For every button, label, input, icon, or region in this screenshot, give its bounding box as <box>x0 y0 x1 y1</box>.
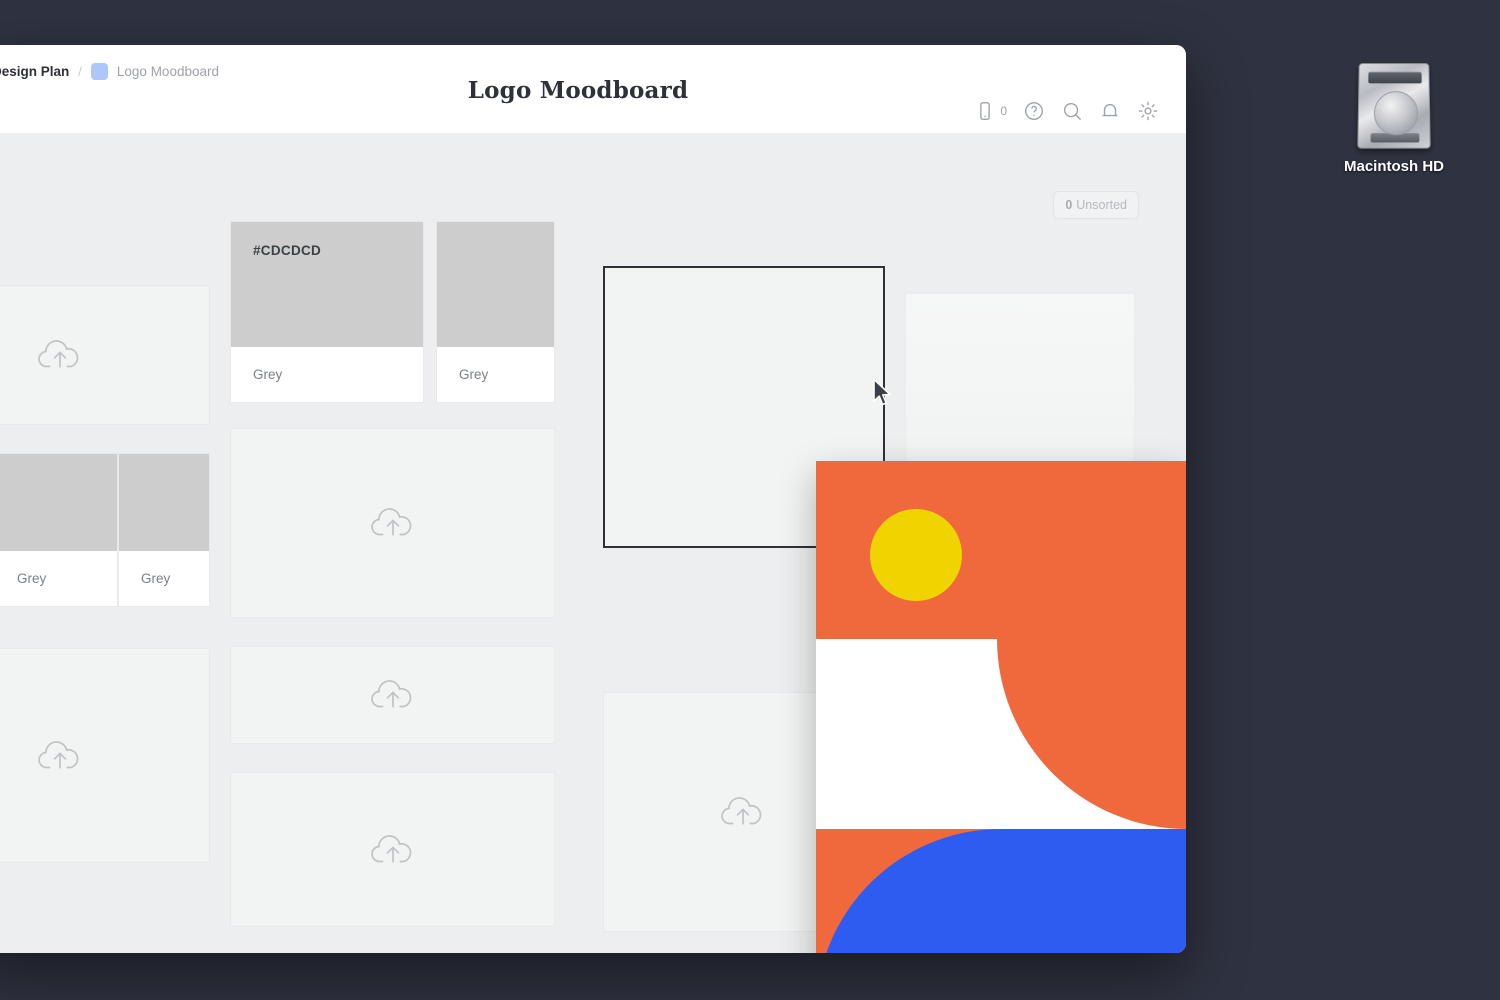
color-swatch-card[interactable]: #CDCDCD Grey <box>230 221 424 403</box>
device-icon <box>974 100 996 122</box>
cloud-upload-icon <box>720 793 766 831</box>
yellow-circle-shape <box>870 509 962 601</box>
unsorted-label: Unsorted <box>1076 198 1127 212</box>
cloud-upload-icon <box>370 831 416 869</box>
swatch-hex-value: #CDCDCD <box>253 243 322 258</box>
swatch-color-fill <box>119 454 209 551</box>
mouse-cursor <box>872 378 894 408</box>
search-icon[interactable] <box>1061 100 1083 122</box>
color-swatch-card[interactable]: Grey <box>0 453 118 607</box>
upload-placeholder-card[interactable] <box>0 648 210 863</box>
swatch-color-fill <box>437 222 554 347</box>
desktop-icon-macintosh-hd[interactable]: Macintosh HD <box>1330 62 1458 175</box>
swatch-color-fill: #CDCDCD <box>231 222 423 347</box>
desktop-icon-label: Macintosh HD <box>1343 158 1444 175</box>
app-header: Design Plan / Logo Moodboard Logo Moodbo… <box>0 45 1186 169</box>
device-count-badge: 0 <box>1000 104 1007 118</box>
upload-placeholder-card[interactable] <box>0 285 210 425</box>
swatch-label: Grey <box>231 347 423 402</box>
upload-placeholder-card[interactable] <box>230 646 555 744</box>
device-preview-button[interactable]: 0 <box>974 100 1007 122</box>
swatch-label: Grey <box>119 551 209 606</box>
notifications-icon[interactable] <box>1099 100 1121 122</box>
color-swatch-card[interactable]: Grey <box>436 221 555 403</box>
cloud-upload-icon <box>37 737 83 775</box>
cloud-upload-icon <box>37 336 83 374</box>
swatch-label: Grey <box>437 347 554 402</box>
unsorted-count: 0 <box>1065 198 1073 212</box>
color-swatch-card[interactable]: Grey <box>118 453 210 607</box>
cloud-upload-icon <box>370 676 416 714</box>
moodboard-app-window: Design Plan / Logo Moodboard Logo Moodbo… <box>0 45 1186 953</box>
upload-placeholder-card[interactable] <box>230 428 555 618</box>
cloud-upload-icon <box>370 504 416 542</box>
swatch-color-fill <box>0 454 117 551</box>
header-icon-bar: 0 <box>974 100 1159 122</box>
swatch-label: Grey <box>0 551 117 606</box>
hard-drive-icon <box>1357 63 1431 149</box>
desktop-background: Macintosh HD Design Plan / Logo Moodboar… <box>0 0 1500 1000</box>
unsorted-badge[interactable]: 0 Unsorted <box>1053 191 1139 219</box>
gear-icon[interactable] <box>1137 100 1159 122</box>
hard-drive-base <box>1370 133 1420 143</box>
dragged-image-card[interactable] <box>816 461 1186 953</box>
moodboard-canvas[interactable]: 0 Unsorted #CDCDCDGreyGreyGreyGreyGrey <box>0 133 1186 953</box>
upload-placeholder-card[interactable] <box>230 772 555 927</box>
blue-quarter-circle-shape <box>816 829 1186 953</box>
help-icon[interactable] <box>1023 100 1045 122</box>
